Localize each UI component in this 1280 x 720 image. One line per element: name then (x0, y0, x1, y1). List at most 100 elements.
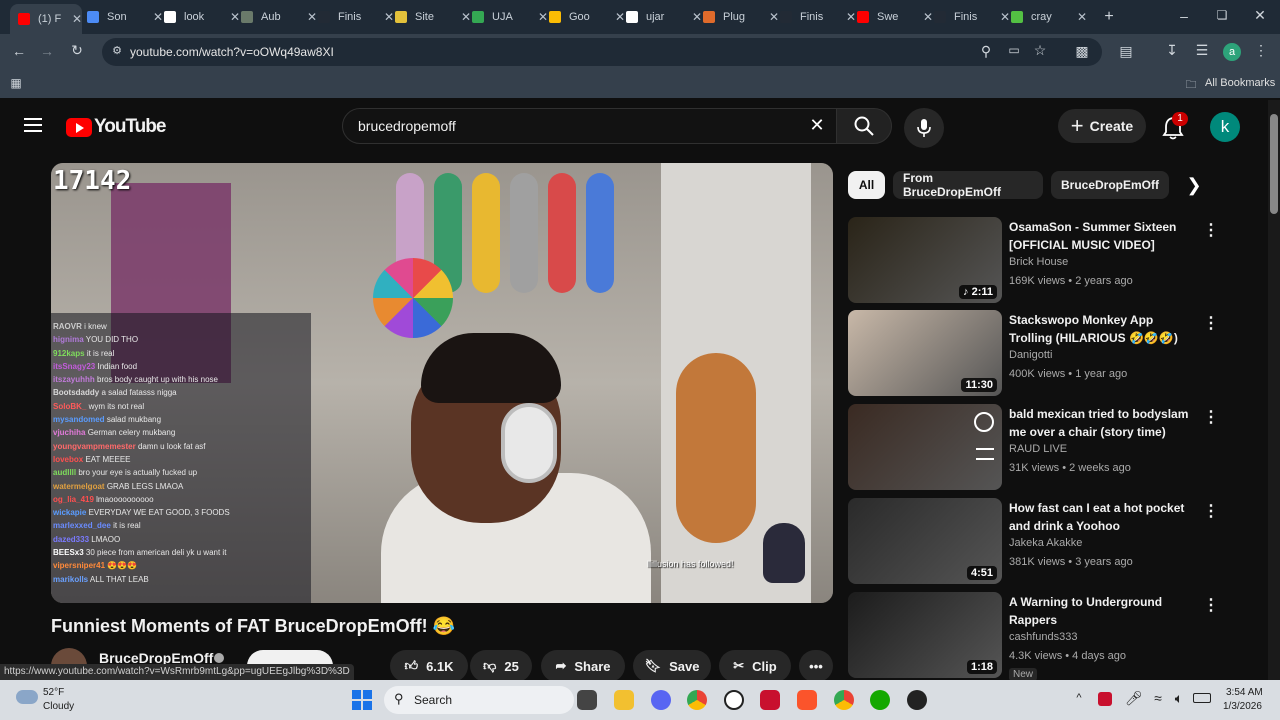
tray-mcafee-icon[interactable] (1098, 692, 1112, 706)
chip-all[interactable]: All (848, 171, 885, 199)
voice-search-button[interactable] (904, 108, 944, 148)
zoom-icon[interactable]: ⚲ (978, 43, 994, 60)
video-thumbnail[interactable]: ♪ 2:11 (848, 217, 1002, 303)
profile-avatar[interactable]: a (1223, 43, 1241, 61)
back-icon[interactable]: ← (10, 43, 28, 59)
video-player[interactable]: 17142 RAOVR i knew hignima YOU DID THO 912… (51, 163, 833, 603)
browser-tab[interactable]: look ✕ (164, 6, 240, 28)
bookmark-star-icon[interactable]: ☆ (1032, 42, 1048, 59)
clip-button[interactable]: ✂ Clip (719, 650, 791, 680)
recommended-title[interactable]: OsamaSon - Summer Sixteen [OFFICIAL MUSI… (1009, 218, 1195, 254)
show-hidden-icons[interactable]: ^ (1072, 692, 1086, 704)
account-avatar[interactable]: k (1210, 112, 1240, 142)
browser-tab[interactable]: Aub ✕ (241, 6, 317, 28)
extensions-icon[interactable]: ▩ (1074, 43, 1090, 60)
more-vertical-icon[interactable]: ⋮ (1203, 595, 1219, 615)
video-thumbnail[interactable]: 11:30 (848, 310, 1002, 396)
battery-icon[interactable] (1193, 693, 1211, 703)
close-tab-icon[interactable]: ✕ (846, 10, 856, 24)
close-tab-icon[interactable]: ✕ (384, 10, 394, 24)
browser-tab[interactable]: Plug ✕ (703, 6, 779, 28)
menu-icon[interactable]: ⋮ (1254, 42, 1268, 59)
recommended-channel[interactable]: RAUD LIVE (1009, 443, 1067, 455)
chrome-active-icon[interactable] (834, 690, 854, 710)
close-tab-icon[interactable]: ✕ (461, 10, 471, 24)
openai-icon[interactable] (724, 690, 744, 710)
forward-icon[interactable]: → (38, 43, 56, 59)
site-info-icon[interactable]: ⚙ (110, 44, 124, 57)
recommended-channel[interactable]: Jakeka Akakke (1009, 537, 1082, 549)
recommended-channel[interactable]: Danigotti (1009, 349, 1052, 361)
browser-tab[interactable]: Son ✕ (87, 6, 163, 28)
close-tab-icon[interactable]: ✕ (230, 10, 240, 24)
address-bar[interactable]: ⚙ youtube.com/watch?v=oOWq49aw8XI ⚲ ▭ ☆ (102, 38, 1102, 66)
close-tab-icon[interactable]: ✕ (307, 10, 317, 24)
tray-mic-icon[interactable]: 🎤︎ (1125, 690, 1143, 707)
save-button[interactable]: 🔖︎ Save (633, 650, 711, 680)
restore-icon[interactable]: ❏ (1214, 8, 1230, 22)
page-scrollbar[interactable] (1268, 100, 1280, 680)
close-tab-icon[interactable]: ✕ (923, 10, 933, 24)
close-tab-icon[interactable]: ✕ (615, 10, 625, 24)
browser-tab[interactable]: Swe ✕ (857, 6, 933, 28)
close-tab-icon[interactable]: ✕ (1000, 10, 1010, 24)
more-vertical-icon[interactable]: ⋮ (1203, 501, 1219, 521)
recommended-title[interactable]: Stackswopo Monkey App Trolling (HILARIOU… (1009, 311, 1195, 347)
task-view-icon[interactable] (577, 690, 597, 710)
create-button[interactable]: + Create (1058, 109, 1146, 143)
volume-icon[interactable]: 🔈︎ (1171, 690, 1187, 707)
close-tab-icon[interactable]: ✕ (72, 12, 82, 26)
browser-tab[interactable]: cray ✕ (1011, 6, 1087, 28)
chevron-right-icon[interactable]: ❯ (1184, 175, 1204, 196)
browser-tab[interactable]: Finis ✕ (780, 6, 856, 28)
clock-date[interactable]: 1/3/2026 (1223, 701, 1262, 712)
search-box[interactable]: brucedropemoff ✕ (342, 108, 842, 144)
search-button[interactable] (836, 108, 892, 144)
chip-from-channel[interactable]: From BruceDropEmOff (893, 171, 1043, 199)
recommended-video[interactable]: 11:30 Stackswopo Monkey App Trolling (HIL… (848, 310, 1248, 396)
recommended-title[interactable]: How fast can I eat a hot pocket and drin… (1009, 499, 1195, 535)
browser-tab[interactable]: UJA ✕ (472, 6, 548, 28)
clear-search-icon[interactable]: ✕ (807, 115, 827, 136)
more-vertical-icon[interactable]: ⋮ (1203, 313, 1219, 333)
close-tab-icon[interactable]: ✕ (769, 10, 779, 24)
all-bookmarks-link[interactable]: All Bookmarks (1205, 77, 1275, 89)
video-thumbnail[interactable] (848, 404, 1002, 490)
file-explorer-icon[interactable] (614, 690, 634, 710)
more-actions-button[interactable]: ••• (799, 650, 833, 680)
browser-tab[interactable]: Site ✕ (395, 6, 471, 28)
dislike-button[interactable]: 👎︎ 25 (470, 650, 532, 680)
start-button[interactable] (352, 690, 372, 710)
close-tab-icon[interactable]: ✕ (538, 10, 548, 24)
weather-condition[interactable]: Cloudy (43, 701, 74, 712)
temperature[interactable]: 52°F (43, 687, 64, 698)
more-vertical-icon[interactable]: ⋮ (1203, 407, 1219, 427)
chip-channel[interactable]: BruceDropEmOff (1051, 171, 1169, 199)
recommended-channel[interactable]: Brick House (1009, 256, 1068, 268)
discord-icon[interactable] (651, 690, 671, 710)
browser-tab[interactable]: (1) F ✕ (10, 4, 82, 34)
close-tab-icon[interactable]: ✕ (1077, 10, 1087, 24)
recommended-video[interactable]: ♪ 2:11 OsamaSon - Summer Sixteen [OFFICIA… (848, 217, 1248, 303)
scrollbar-thumb[interactable] (1270, 114, 1278, 214)
like-button[interactable]: 👍︎ 6.1K (390, 650, 468, 680)
browser-tab[interactable]: Finis ✕ (934, 6, 1010, 28)
wifi-icon[interactable]: ≈ (1150, 690, 1166, 706)
browser-tab[interactable]: Finis ✕ (318, 6, 394, 28)
media-icon[interactable]: ☰ (1194, 42, 1210, 59)
app-icon[interactable] (907, 690, 927, 710)
browser-tab[interactable]: ujar ✕ (626, 6, 702, 28)
recommended-title[interactable]: bald mexican tried to bodyslam me over a… (1009, 405, 1195, 441)
youtube-logo[interactable]: YouTube (66, 116, 166, 138)
minimize-icon[interactable]: – (1176, 8, 1192, 24)
browser-tab[interactable]: Goo ✕ (549, 6, 625, 28)
taskbar-search[interactable]: ⚲ Search (384, 686, 574, 714)
watch-later-icon[interactable] (974, 412, 994, 432)
upwork-icon[interactable] (870, 690, 890, 710)
recommended-channel[interactable]: cashfunds333 (1009, 631, 1078, 643)
tab-search-icon[interactable]: ▤ (1118, 43, 1134, 60)
add-to-queue-icon[interactable] (976, 448, 994, 460)
video-thumbnail[interactable]: 1:18 (848, 592, 1002, 678)
install-icon[interactable]: ▭ (1006, 43, 1022, 57)
apps-icon[interactable]: ▦ (8, 76, 24, 90)
